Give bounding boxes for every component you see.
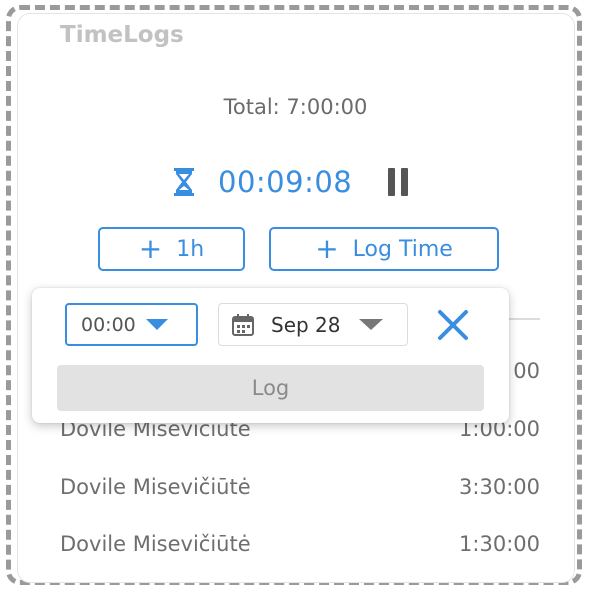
pause-icon[interactable] (388, 168, 414, 196)
log-time-label: Log Time (352, 236, 453, 262)
log-time-button[interactable]: + Log Time (269, 227, 499, 271)
add-hour-button[interactable]: + 1h (98, 227, 245, 271)
timer: 00:09:08 (172, 164, 414, 200)
time-select-value: 00:00 (81, 313, 136, 336)
plus-icon: + (315, 232, 339, 265)
log-button[interactable]: Log (57, 365, 484, 411)
entry-duration: 00 (513, 359, 540, 383)
close-icon[interactable] (436, 308, 470, 342)
timer-value: 00:09:08 (218, 165, 353, 199)
add-hour-label: 1h (176, 236, 205, 262)
pause-bar (388, 168, 396, 196)
date-picker[interactable]: Sep 28 (218, 303, 408, 346)
chevron-down-icon (358, 319, 383, 330)
entry-duration: 3:30:00 (459, 475, 540, 499)
log-time-popover: 00:00 Sep 28 Log (32, 288, 509, 423)
list-item: Dovile Misevičiūtė 1:30:00 (60, 529, 540, 559)
entry-name: Dovile Misevičiūtė (60, 532, 251, 556)
app-title: TimeLogs (60, 22, 184, 48)
list-item: Dovile Misevičiūtė 3:30:00 (60, 472, 540, 502)
entry-name: Dovile Misevičiūtė (60, 475, 251, 499)
pause-bar (401, 168, 409, 196)
total-time: Total: 7:00:00 (223, 95, 368, 119)
calendar-icon (232, 313, 254, 336)
plus-icon: + (138, 232, 163, 265)
chevron-down-icon (145, 319, 168, 330)
entry-duration: 1:30:00 (459, 532, 540, 556)
date-value: Sep 28 (271, 312, 341, 337)
time-select[interactable]: 00:00 (65, 303, 198, 346)
hourglass-icon (174, 168, 194, 196)
